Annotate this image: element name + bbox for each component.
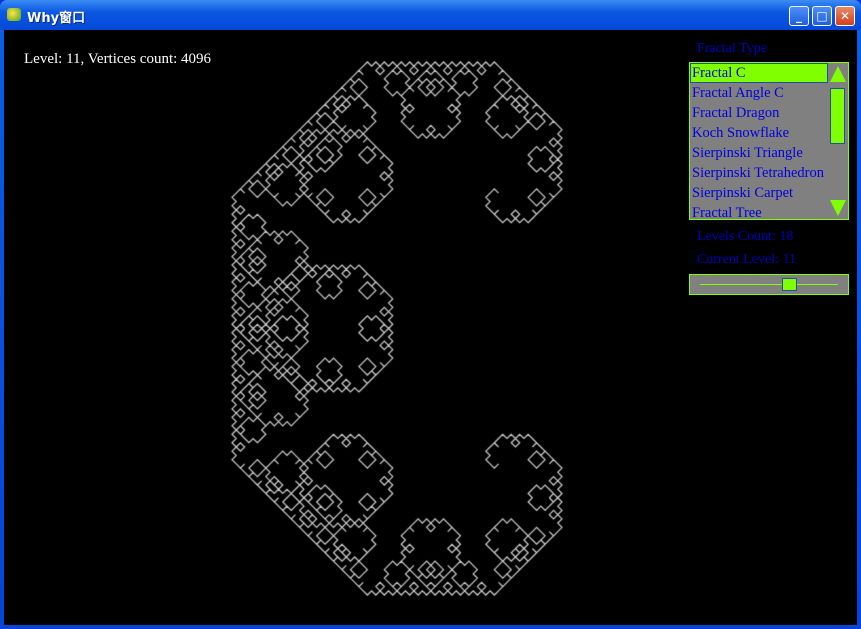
fractal-type-item[interactable]: Fractal Tree [690, 203, 828, 223]
level-slider[interactable] [689, 274, 849, 295]
slider-track [700, 284, 838, 285]
fractal-type-list[interactable]: Fractal C Fractal Angle C Fractal Dragon Ko… [689, 62, 849, 223]
current-level-label: Current Level: 11 [697, 252, 797, 267]
fractal-type-item[interactable]: Sierpinski Carpet [690, 183, 828, 203]
fractal-type-item[interactable]: Fractal Angle C [690, 83, 828, 103]
app-icon [7, 8, 21, 21]
level-info: Level: 11, Vertices count: 4096 [24, 51, 212, 67]
list-scrollbar[interactable] [829, 64, 847, 218]
scroll-down-icon[interactable] [830, 200, 846, 216]
levels-count-label: Levels Count: 18 [697, 229, 794, 244]
scroll-up-icon[interactable] [830, 66, 846, 82]
fractal-canvas [4, 30, 684, 625]
scroll-thumb[interactable] [830, 88, 845, 144]
fractal-type-item[interactable]: Fractal Dragon [690, 103, 828, 123]
client-area: Level: 11, Vertices count: 4096 Fractal … [4, 30, 857, 625]
maximize-button[interactable]: □ [812, 6, 832, 26]
fractal-type-item[interactable]: Sierpinski Tetrahedron [690, 163, 828, 183]
minimize-button[interactable]: _ [789, 6, 809, 26]
fractal-type-item[interactable]: Fractal C [690, 63, 828, 83]
app-window: Why窗口 _ □ ✕ Level: 11, Vertices count: 4… [0, 0, 861, 629]
window-title: Why窗口 [27, 11, 86, 26]
slider-knob[interactable] [782, 278, 797, 291]
title-bar[interactable]: Why窗口 _ □ ✕ [0, 0, 861, 30]
fractal-type-item[interactable]: Sierpinski Triangle [690, 143, 828, 163]
fractal-type-item[interactable]: Koch Snowflake [690, 123, 828, 143]
fractal-type-label: Fractal Type [697, 41, 767, 56]
close-button[interactable]: ✕ [835, 6, 855, 26]
